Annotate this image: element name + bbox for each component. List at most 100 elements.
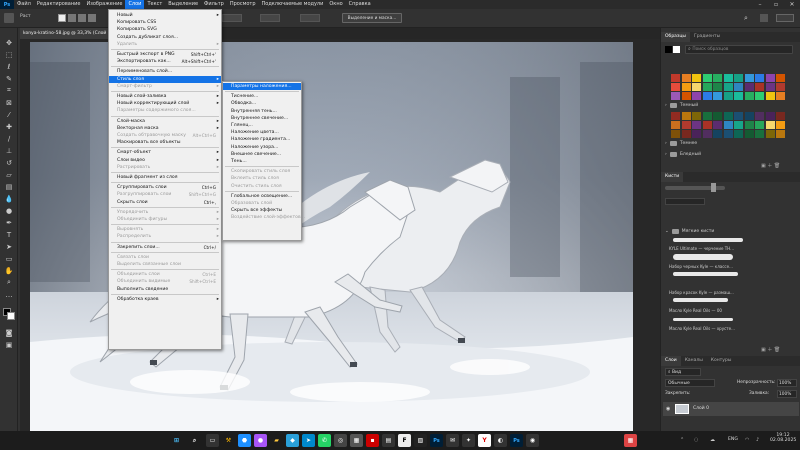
color-swatch[interactable]: [723, 74, 733, 82]
color-swatch[interactable]: [744, 112, 754, 120]
menu-item[interactable]: Внешнее свечение...: [223, 151, 301, 158]
brush-preview[interactable]: [673, 272, 738, 276]
swatch-group-dark[interactable]: › Темный: [665, 103, 698, 108]
swatch-group-darker[interactable]: › Темнее: [665, 141, 697, 146]
menu-item[interactable]: Образовать слой: [223, 200, 301, 207]
menu-item[interactable]: Переименовать слой...: [109, 68, 221, 75]
color-swatch[interactable]: [776, 92, 785, 100]
menu-item[interactable]: Файл: [14, 0, 34, 9]
feather-field[interactable]: [222, 14, 242, 22]
color-swatch[interactable]: [681, 130, 691, 138]
search-icon[interactable]: ⌕: [188, 434, 201, 447]
color-swatch[interactable]: [776, 112, 785, 120]
app-icon[interactable]: ●: [254, 434, 267, 447]
fill-field[interactable]: 100%: [777, 390, 797, 398]
maximize-icon[interactable]: ▫: [768, 0, 784, 9]
volume-icon[interactable]: ♪: [756, 437, 759, 443]
tray-app-icon[interactable]: ◌: [694, 437, 698, 443]
menu-item[interactable]: Новый корректирующий слой ▸: [109, 100, 221, 107]
rectangle-tool-icon[interactable]: ▭: [4, 254, 14, 263]
app-icon[interactable]: ▧: [414, 434, 427, 447]
swatch-group-pale[interactable]: › Бледный: [665, 152, 701, 157]
color-swatch[interactable]: [734, 92, 743, 100]
menu-item[interactable]: Обводка...: [223, 100, 301, 107]
color-swatch[interactable]: [681, 74, 691, 82]
brush-preview[interactable]: [673, 318, 733, 321]
file-explorer-icon[interactable]: ▰: [270, 434, 283, 447]
color-swatch[interactable]: [713, 92, 722, 100]
color-swatch[interactable]: [692, 112, 701, 120]
color-swatch[interactable]: [744, 74, 754, 82]
menu-item[interactable]: Наложение цвета...: [223, 129, 301, 136]
color-swatch[interactable]: [713, 130, 722, 138]
zoom-tool-icon[interactable]: ⌕: [4, 278, 14, 287]
color-swatch[interactable]: [776, 74, 785, 82]
tab-swatches[interactable]: Образцы: [661, 32, 690, 42]
add-selection-icon[interactable]: [68, 14, 76, 22]
menu-item[interactable]: Текст: [144, 0, 165, 9]
color-swatch[interactable]: [671, 83, 680, 91]
move-tool-icon[interactable]: ✥: [4, 38, 14, 47]
menu-item[interactable]: Создать дубликат слоя...: [109, 34, 221, 41]
color-swatch[interactable]: [702, 121, 712, 129]
wifi-icon[interactable]: ◠: [745, 437, 749, 443]
move-tool-preset-icon[interactable]: [4, 13, 14, 23]
whatsapp-icon[interactable]: ✆: [318, 434, 331, 447]
quick-select-tool-icon[interactable]: ✎: [4, 74, 14, 83]
color-swatch[interactable]: [681, 112, 691, 120]
crop-tool-icon[interactable]: ⌗: [4, 86, 14, 95]
app-icon[interactable]: F: [398, 434, 411, 447]
menu-item[interactable]: Скрыть слои Ctrl+,: [109, 199, 221, 206]
menu-item[interactable]: Распределить ▸: [109, 233, 221, 240]
path-selection-tool-icon[interactable]: ➤: [4, 242, 14, 251]
brush-name-3[interactable]: Набор красок Kyle — размаш...: [669, 290, 734, 295]
color-swatch[interactable]: [723, 121, 733, 129]
color-swatch[interactable]: [681, 121, 691, 129]
app-icon[interactable]: ◎: [334, 434, 347, 447]
tools-icon[interactable]: ⚒: [222, 434, 235, 447]
color-swatch[interactable]: [734, 112, 743, 120]
color-swatch[interactable]: [744, 83, 754, 91]
clock[interactable]: 19:12 02.08.2025: [770, 433, 796, 443]
gradient-tool-icon[interactable]: ▤: [4, 182, 14, 191]
color-swatch[interactable]: [702, 83, 712, 91]
color-swatch[interactable]: [776, 83, 785, 91]
menu-item[interactable]: Наложение градиента...: [223, 136, 301, 143]
color-swatch[interactable]: [744, 92, 754, 100]
lasso-tool-icon[interactable]: ℓ: [4, 62, 14, 71]
brush-name-1[interactable]: KYLE Ultimate — черчение ТН...: [669, 246, 734, 251]
color-swatch[interactable]: [702, 92, 712, 100]
menu-item[interactable]: Новый слой-заливка ▸: [109, 93, 221, 100]
close-icon[interactable]: ✕: [784, 0, 800, 9]
color-swatch[interactable]: [713, 83, 722, 91]
color-swatch[interactable]: [755, 74, 764, 82]
tray-expand-icon[interactable]: ⌃: [680, 437, 684, 443]
color-swatch[interactable]: [723, 83, 733, 91]
width-field[interactable]: [260, 14, 280, 22]
menu-item[interactable]: Скрыть все эффекты: [223, 207, 301, 214]
brush-name-4[interactable]: Масло Kyle Real Oils — 00: [669, 308, 722, 313]
color-swatch[interactable]: [765, 121, 775, 129]
color-swatch[interactable]: [671, 92, 680, 100]
menu-item[interactable]: Изображение: [83, 0, 125, 9]
type-tool-icon[interactable]: T: [4, 230, 14, 239]
task-view-icon[interactable]: ▭: [206, 434, 219, 447]
color-swatch[interactable]: [713, 74, 722, 82]
tab-channels[interactable]: Каналы: [681, 356, 707, 366]
opacity-field[interactable]: 100%: [777, 379, 797, 387]
brush-name-5[interactable]: Масло Kyle Real Oils — хрусте...: [669, 326, 735, 331]
color-swatch[interactable]: [702, 112, 712, 120]
color-swatch[interactable]: [744, 121, 754, 129]
color-swatch[interactable]: [765, 74, 775, 82]
color-swatch[interactable]: [692, 92, 701, 100]
menu-item[interactable]: Редактирование: [34, 0, 84, 9]
dodge-tool-icon[interactable]: ●: [4, 206, 14, 215]
brush-preview[interactable]: [673, 254, 733, 260]
app-icon[interactable]: ⬣: [238, 434, 251, 447]
menu-item[interactable]: Копировать SVG: [109, 26, 221, 33]
menu-item[interactable]: Сгруппировать слои Ctrl+G: [109, 184, 221, 191]
brush-name-2[interactable]: Набор черных Kyle — классе...: [669, 264, 733, 269]
color-swatch[interactable]: [692, 121, 701, 129]
color-swatch[interactable]: [713, 121, 722, 129]
color-swatch[interactable]: [692, 130, 701, 138]
